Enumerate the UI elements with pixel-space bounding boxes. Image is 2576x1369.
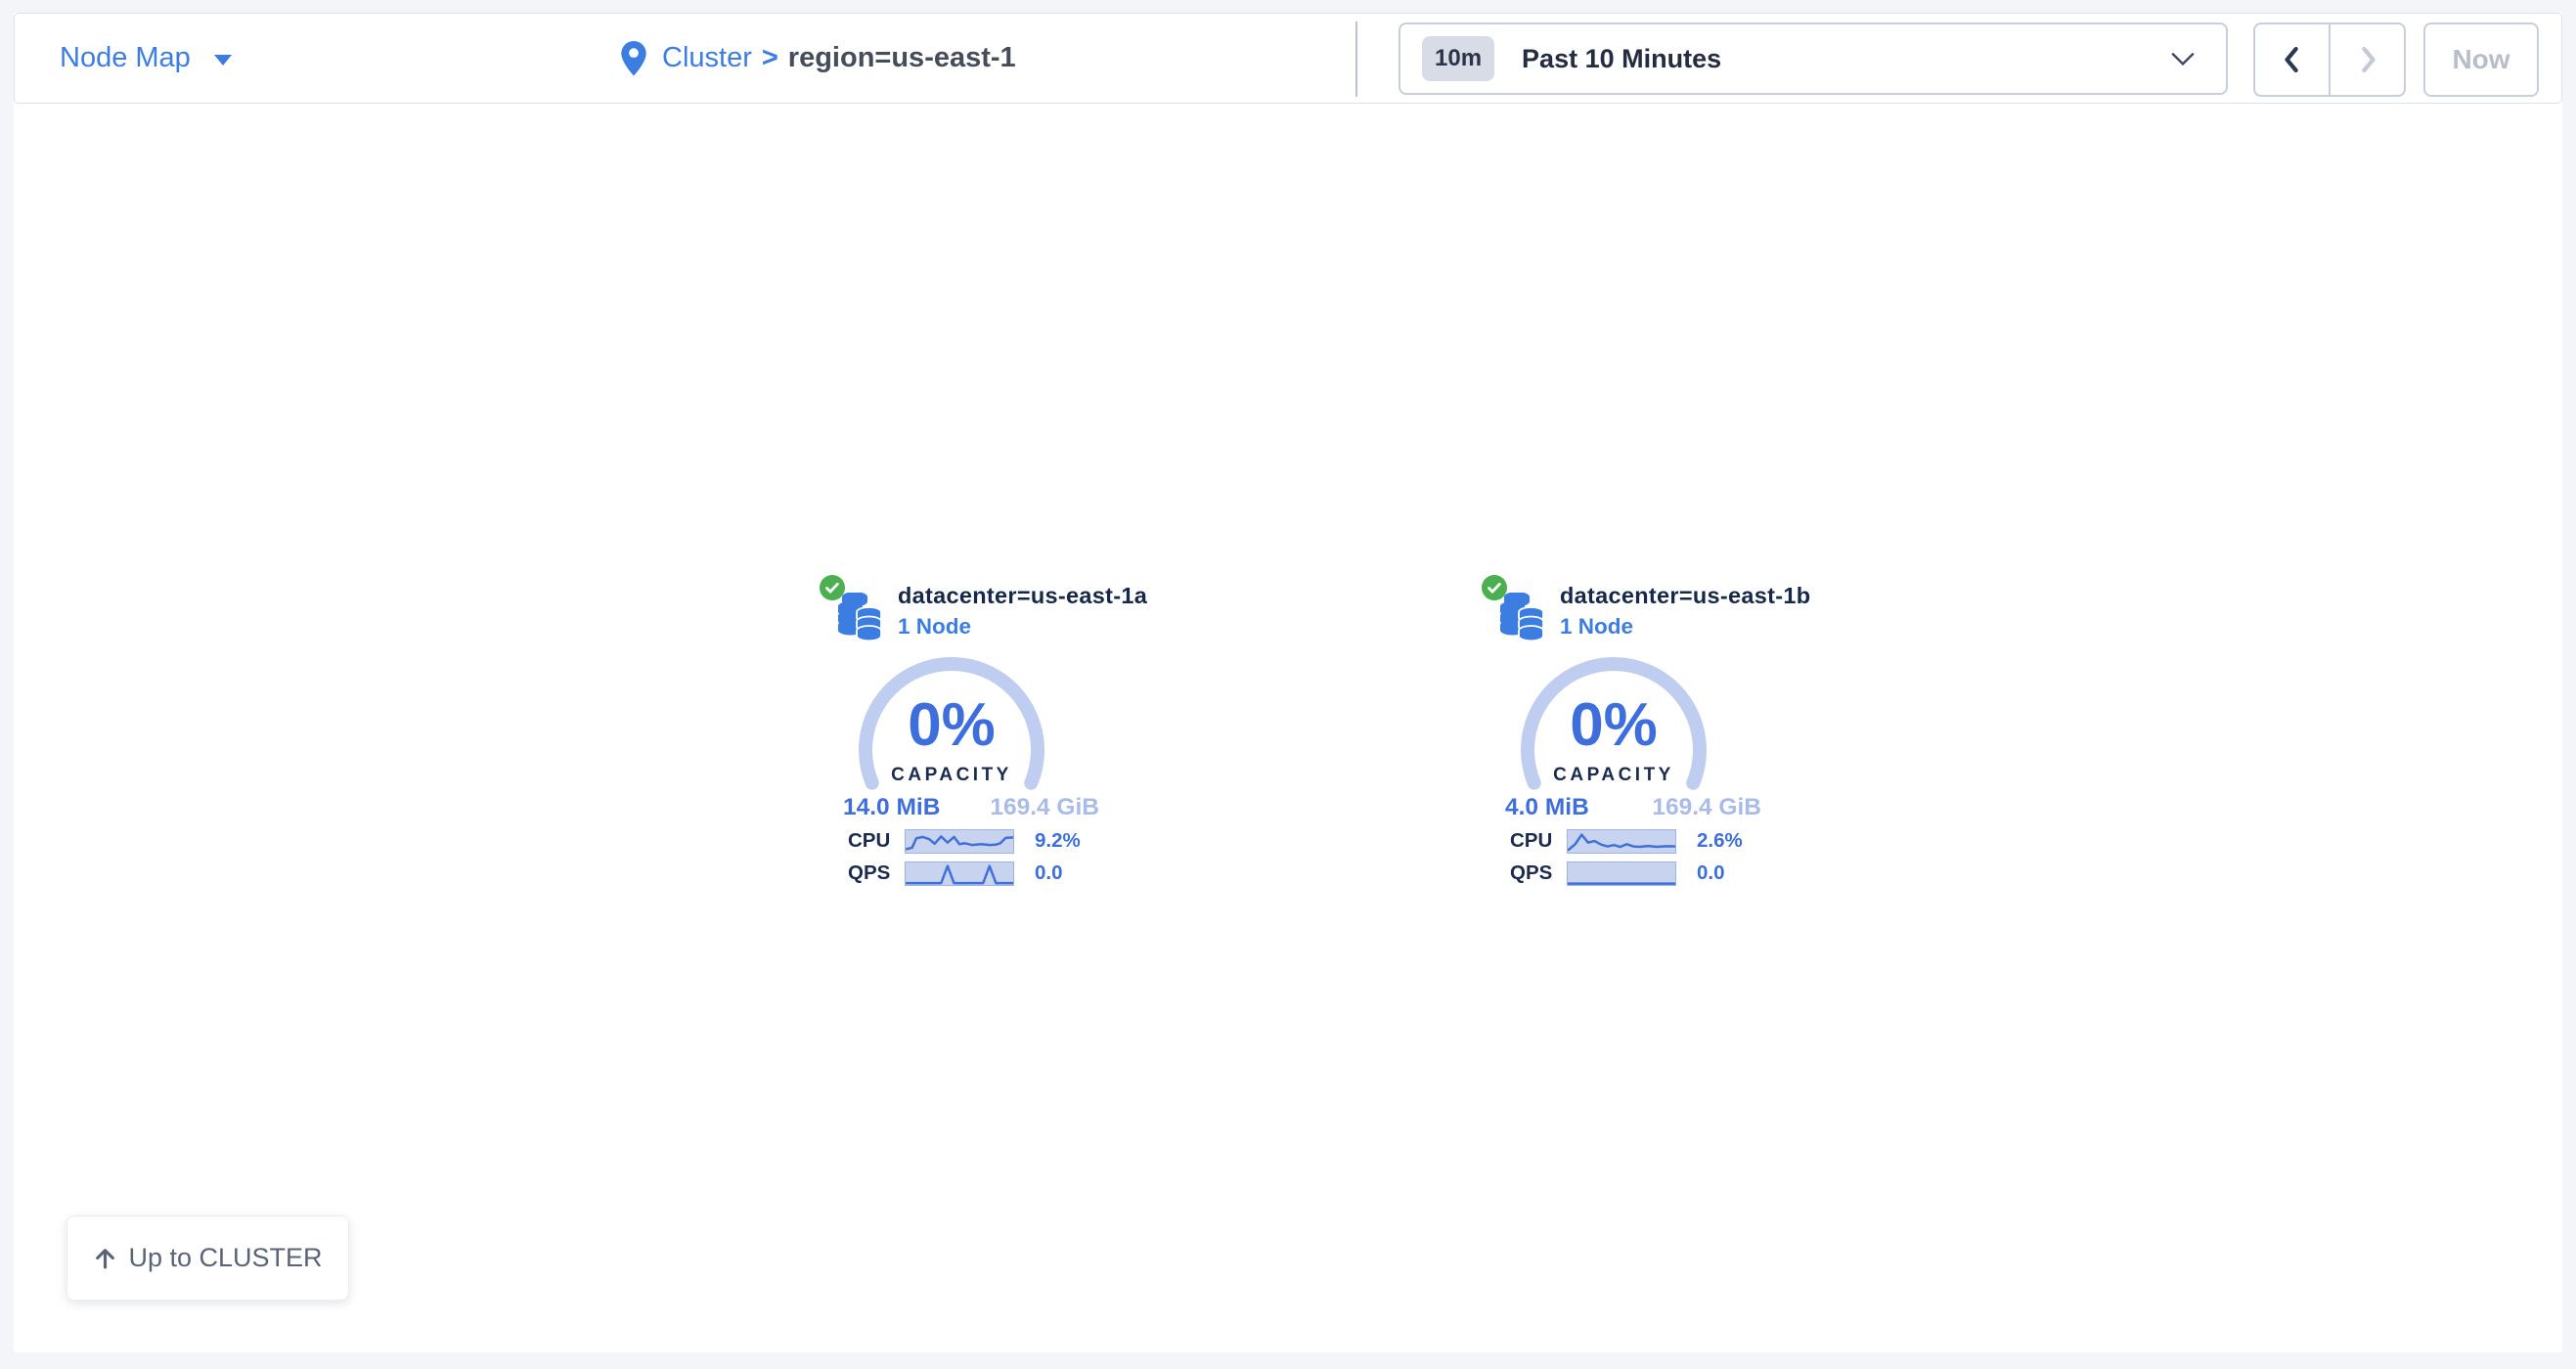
capacity-gauge: 0% CAPACITY: [1506, 642, 1721, 858]
time-prev-button[interactable]: [2255, 24, 2331, 95]
datacenter-title: datacenter=us-east-1a: [898, 582, 1147, 609]
qps-sparkline: [905, 861, 1014, 886]
location-pin-icon: [621, 41, 646, 76]
capacity-gauge-arc: [1506, 642, 1721, 858]
capacity-gauge: 0% CAPACITY: [844, 642, 1059, 858]
chevron-down-icon: [214, 55, 232, 66]
cpu-value: 9.2%: [1014, 829, 1081, 853]
view-mode-dropdown[interactable]: Node Map: [60, 14, 232, 103]
cpu-value: 2.6%: [1676, 829, 1743, 853]
time-nav-group: [2253, 22, 2406, 97]
top-bar: Node Map Cluster > region=us-east-1 10m …: [14, 13, 2562, 104]
time-range-dropdown[interactable]: 10m Past 10 Minutes: [1399, 22, 2228, 95]
metric-rows: CPU 2.6% QPS 0.0: [1510, 828, 1743, 886]
healthy-check-icon: [1482, 575, 1507, 600]
cpu-sparkline: [1567, 829, 1676, 854]
datacenter-group-us-east-1a[interactable]: datacenter=us-east-1a 1 Node 0% CAPACITY…: [820, 572, 1240, 900]
topbar-divider: [1355, 22, 1357, 97]
datacenter-header: datacenter=us-east-1a 1 Node: [898, 582, 1147, 640]
datacenter-title: datacenter=us-east-1b: [1560, 582, 1810, 609]
capacity-total: 169.4 GiB: [990, 794, 1099, 821]
metric-rows: CPU 9.2% QPS 0.0: [848, 828, 1081, 886]
breadcrumb: Cluster > region=us-east-1: [621, 14, 1016, 103]
qps-label: QPS: [848, 861, 905, 885]
now-button[interactable]: Now: [2423, 22, 2539, 97]
capacity-used: 14.0 MiB: [843, 794, 940, 821]
up-to-cluster-label: Up to CLUSTER: [128, 1243, 322, 1273]
capacity-used: 4.0 MiB: [1505, 794, 1589, 821]
qps-label: QPS: [1510, 861, 1567, 885]
time-range-label: Past 10 Minutes: [1522, 44, 1721, 74]
datacenter-header: datacenter=us-east-1b 1 Node: [1560, 582, 1810, 640]
cpu-label: CPU: [848, 829, 905, 853]
capacity-gauge-arc: [844, 642, 1059, 858]
arrow-up-icon: [93, 1246, 117, 1270]
datacenter-node-count[interactable]: 1 Node: [1560, 614, 1810, 640]
breadcrumb-trail: Cluster > region=us-east-1: [662, 42, 1016, 74]
node-map-page: Node Map Cluster > region=us-east-1 10m …: [0, 0, 2576, 1369]
view-mode-label: Node Map: [60, 42, 191, 74]
capacity-usage-row: 4.0 MiB 169.4 GiB: [1505, 794, 1761, 821]
cpu-row: CPU 2.6%: [1510, 828, 1743, 854]
cpu-label: CPU: [1510, 829, 1567, 853]
up-to-cluster-button[interactable]: Up to CLUSTER: [67, 1215, 349, 1301]
chevron-right-icon: [2357, 44, 2378, 75]
healthy-check-icon: [820, 575, 845, 600]
datacenter-group-us-east-1b[interactable]: datacenter=us-east-1b 1 Node 0% CAPACITY…: [1482, 572, 1902, 900]
time-range-badge: 10m: [1422, 36, 1494, 81]
breadcrumb-cluster-link[interactable]: Cluster: [662, 42, 752, 74]
capacity-usage-row: 14.0 MiB 169.4 GiB: [843, 794, 1099, 821]
datacenter-node-count[interactable]: 1 Node: [898, 614, 1147, 640]
chevron-left-icon: [2282, 44, 2303, 75]
qps-value: 0.0: [1676, 861, 1743, 885]
capacity-total: 169.4 GiB: [1652, 794, 1761, 821]
map-canvas: [14, 13, 2562, 1352]
qps-row: QPS 0.0: [848, 861, 1081, 886]
qps-value: 0.0: [1014, 861, 1081, 885]
breadcrumb-separator: >: [762, 42, 778, 74]
qps-sparkline: [1567, 861, 1676, 886]
cpu-sparkline: [905, 829, 1014, 854]
chevron-down-icon: [2171, 52, 2195, 66]
cpu-row: CPU 9.2%: [848, 828, 1081, 854]
breadcrumb-current: region=us-east-1: [788, 42, 1016, 74]
time-next-button[interactable]: [2331, 24, 2404, 95]
qps-row: QPS 0.0: [1510, 861, 1743, 886]
